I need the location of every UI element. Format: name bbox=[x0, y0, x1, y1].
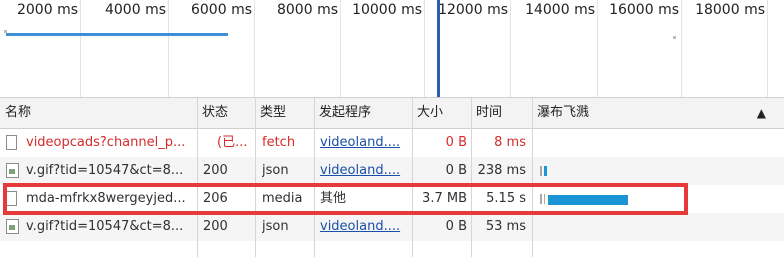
request-status: (已... bbox=[217, 135, 248, 150]
timeline-tick-label: 4000 ms bbox=[104, 2, 166, 18]
timeline-gridline bbox=[510, 0, 511, 97]
request-name: v.gif?tid=10547&ct=8... bbox=[26, 163, 184, 178]
request-type: media bbox=[262, 191, 303, 206]
waterfall-wait-segment bbox=[540, 194, 542, 204]
timeline-gridline bbox=[424, 0, 425, 97]
overview-request-bar bbox=[6, 33, 228, 36]
timeline-tick-label: 2000 ms bbox=[16, 2, 78, 18]
column-header-waterfall[interactable]: 瀑布飞溅 bbox=[532, 98, 784, 128]
column-divider[interactable] bbox=[471, 98, 472, 257]
request-initiator: 其他 bbox=[320, 191, 347, 206]
document-icon bbox=[6, 135, 17, 150]
column-divider[interactable] bbox=[255, 98, 256, 257]
table-row[interactable]: videopcads?channel_p... (已... fetch vide… bbox=[0, 129, 784, 157]
timeline-tick-label: 18000 ms bbox=[695, 2, 765, 18]
request-name: videopcads?channel_p... bbox=[26, 135, 186, 150]
waterfall-wait-segment bbox=[540, 166, 542, 176]
timeline-gridline bbox=[681, 0, 682, 97]
request-type: json bbox=[262, 163, 289, 178]
column-divider[interactable] bbox=[197, 98, 198, 257]
column-header-time[interactable]: 时间 bbox=[471, 98, 532, 128]
request-initiator-link[interactable]: videoland.... bbox=[320, 213, 408, 241]
request-time: 5.15 s bbox=[486, 191, 526, 206]
column-header-size[interactable]: 大小 bbox=[412, 98, 471, 128]
column-header-status[interactable]: 状态 bbox=[197, 98, 255, 128]
timeline-tick-label: 6000 ms bbox=[190, 2, 252, 18]
request-name: mda-mfrkx8wergeyjed... bbox=[26, 191, 186, 206]
request-status: 200 bbox=[203, 219, 228, 234]
request-type: fetch bbox=[262, 135, 296, 150]
request-time: 53 ms bbox=[485, 219, 526, 234]
timeline-tick-label: 14000 ms bbox=[525, 2, 595, 18]
request-time: 8 ms bbox=[494, 135, 526, 150]
timeline-gridline bbox=[254, 0, 255, 97]
request-name: v.gif?tid=10547&ct=8... bbox=[26, 219, 184, 234]
network-request-table: 名称 状态 类型 发起程序 大小 时间 瀑布飞溅 ▲ videopcads?ch… bbox=[0, 98, 784, 257]
network-overview-timeline[interactable]: 2000 ms 4000 ms 6000 ms 8000 ms 10000 ms… bbox=[0, 0, 784, 98]
column-header-name[interactable]: 名称 bbox=[0, 98, 197, 128]
request-initiator-link[interactable]: videoland.... bbox=[320, 157, 408, 185]
column-header-type[interactable]: 类型 bbox=[255, 98, 314, 128]
image-icon bbox=[6, 219, 19, 234]
timeline-gridline bbox=[168, 0, 169, 97]
waterfall-download-segment bbox=[544, 166, 547, 176]
request-size: 0 B bbox=[445, 135, 467, 150]
timeline-tick-label: 16000 ms bbox=[609, 2, 679, 18]
request-type: json bbox=[262, 219, 289, 234]
waterfall-wait-segment bbox=[544, 194, 545, 204]
column-header-initiator[interactable]: 发起程序 bbox=[314, 98, 412, 128]
table-row[interactable]: mda-mfrkx8wergeyjed... 206 media 其他 3.7 … bbox=[0, 185, 784, 213]
timeline-tick-label: 10000 ms bbox=[352, 2, 422, 18]
request-time: 238 ms bbox=[477, 163, 526, 178]
table-row[interactable]: v.gif?tid=10547&ct=8... 200 json videola… bbox=[0, 213, 784, 241]
timeline-tick-label: 8000 ms bbox=[276, 2, 338, 18]
overview-request-dot bbox=[673, 36, 676, 39]
request-status: 200 bbox=[203, 163, 228, 178]
timeline-gridline bbox=[340, 0, 341, 97]
timeline-cursor[interactable] bbox=[437, 0, 440, 97]
column-divider[interactable] bbox=[412, 98, 413, 257]
timeline-gridline bbox=[597, 0, 598, 97]
image-icon bbox=[6, 163, 19, 178]
timeline-gridline bbox=[80, 0, 81, 97]
column-divider[interactable] bbox=[314, 98, 315, 257]
request-size: 3.7 MB bbox=[422, 191, 467, 206]
overview-request-dot bbox=[4, 30, 7, 33]
waterfall-label: 瀑布飞溅 bbox=[537, 105, 590, 120]
request-status: 206 bbox=[203, 191, 228, 206]
waterfall-download-bar bbox=[548, 195, 628, 205]
request-initiator-link[interactable]: videoland.... bbox=[320, 129, 408, 157]
table-row[interactable]: v.gif?tid=10547&ct=8... 200 json videola… bbox=[0, 157, 784, 185]
request-size: 0 B bbox=[445, 163, 467, 178]
timeline-gridline bbox=[767, 0, 768, 97]
sort-ascending-icon[interactable]: ▲ bbox=[757, 98, 766, 128]
column-divider[interactable] bbox=[532, 98, 533, 257]
request-size: 0 B bbox=[445, 219, 467, 234]
timeline-tick-label: 12000 ms bbox=[438, 2, 508, 18]
table-header: 名称 状态 类型 发起程序 大小 时间 瀑布飞溅 ▲ bbox=[0, 98, 784, 129]
document-icon bbox=[6, 191, 17, 206]
